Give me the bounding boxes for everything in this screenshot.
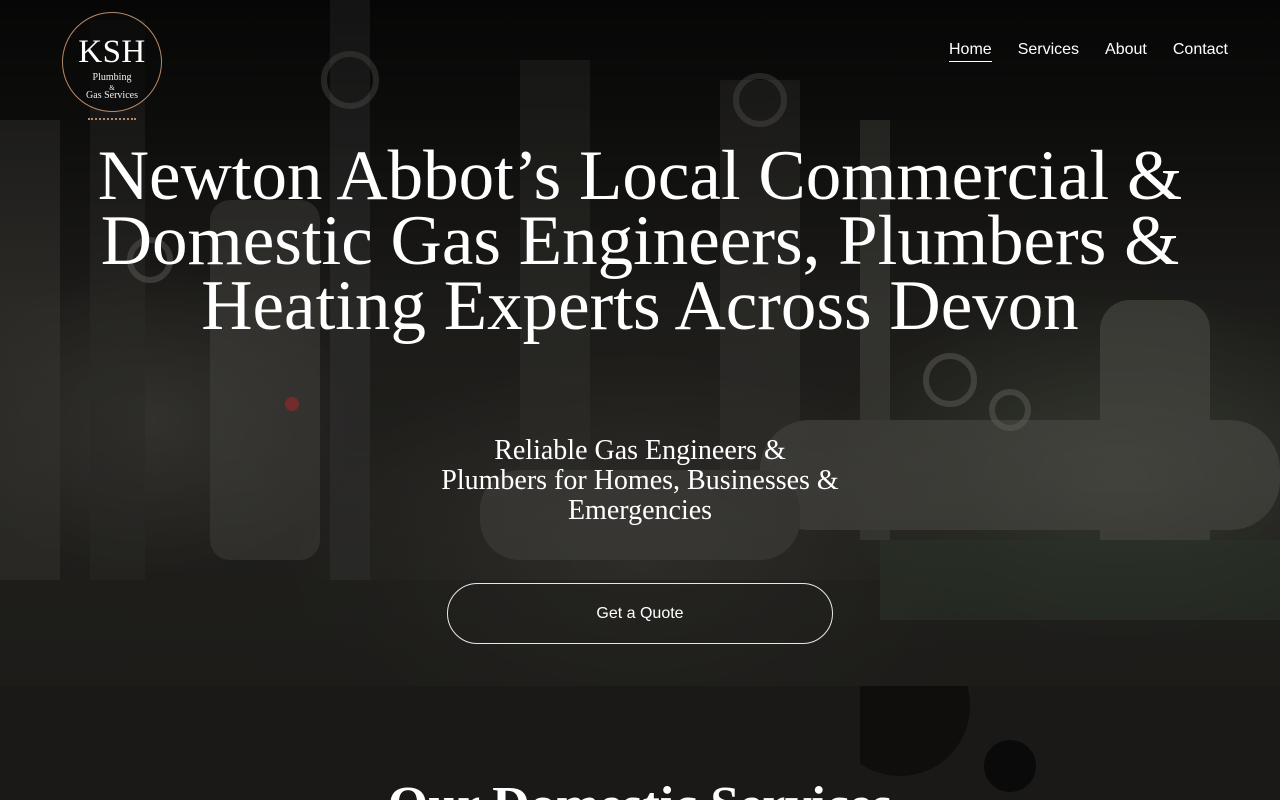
logo-dots	[88, 118, 136, 120]
logo[interactable]: KSH Plumbing & Gas Services	[62, 12, 162, 124]
nav-item-about[interactable]: About	[1105, 41, 1147, 62]
get-quote-button[interactable]: Get a Quote	[447, 583, 833, 644]
hero-subheadline: Reliable Gas Engineers & Plumbers for Ho…	[441, 435, 839, 526]
logo-line-1: Plumbing	[92, 72, 132, 83]
nav-item-contact[interactable]: Contact	[1173, 41, 1228, 62]
hero-headline: Newton Abbot’s Local Commercial & Domest…	[97, 137, 1183, 345]
domestic-services-section: Our Domestic Services	[0, 686, 1280, 800]
nav-item-home[interactable]: Home	[949, 41, 992, 62]
services-title: Our Domestic Services	[0, 776, 1280, 800]
hero-section: KSH Plumbing & Gas Services Home Service…	[0, 0, 1280, 686]
nav-item-services[interactable]: Services	[1018, 41, 1079, 62]
main-nav: Home Services About Contact	[949, 41, 1228, 62]
logo-line-2: Gas Services	[86, 90, 138, 101]
logo-initials: KSH	[78, 34, 146, 70]
